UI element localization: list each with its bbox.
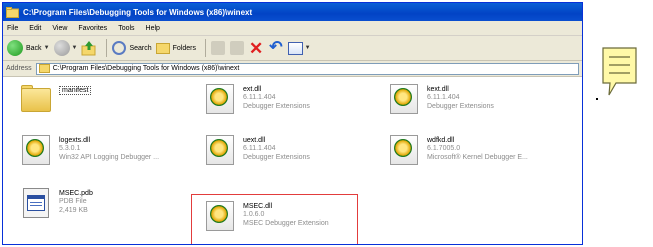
menu-view[interactable]: View [52, 25, 67, 32]
menu-help[interactable]: Help [146, 25, 160, 32]
menu-file[interactable]: File [7, 25, 18, 32]
file-description: Debugger Extensions [243, 154, 310, 161]
file-description: Win32 API Logging Debugger ... [59, 154, 160, 161]
toolbar-separator [205, 39, 206, 57]
dll-file-icon [387, 133, 421, 167]
address-input[interactable]: C:\Program Files\Debugging Tools for Win… [35, 62, 579, 75]
file-version: 6.11.1.404 [427, 94, 460, 101]
list-item-msec-pdb[interactable]: MSEC.pdb PDB File 2,419 KB [19, 186, 189, 230]
window-title: C:\Program Files\Debugging Tools for Win… [23, 7, 253, 17]
forward-button[interactable]: ▼ [53, 40, 78, 56]
explorer-window: C:\Program Files\Debugging Tools for Win… [2, 2, 583, 245]
address-label: Address [6, 65, 32, 72]
move-to-icon[interactable] [211, 41, 225, 55]
file-size: 2,419 KB [59, 207, 88, 214]
file-version: 6.11.1.404 [243, 94, 276, 101]
folders-icon [155, 42, 170, 54]
list-item-kext-dll[interactable]: kext.dll 6.11.1.404 Debugger Extensions [387, 82, 557, 126]
menu-bar: File Edit View Favorites Tools Help [3, 21, 582, 36]
file-name: ext.dll [243, 86, 262, 93]
folders-label: Folders [172, 44, 196, 52]
address-value: C:\Program Files\Debugging Tools for Win… [52, 65, 240, 72]
undo-icon[interactable]: ↶ [269, 40, 282, 56]
file-name: kext.dll [427, 86, 449, 93]
back-button[interactable]: Back ▼ [7, 40, 50, 56]
dll-file-icon [203, 133, 237, 167]
file-name: MSEC.pdb [59, 190, 93, 197]
back-label: Back [26, 44, 42, 52]
chevron-down-icon: ▼ [71, 45, 78, 51]
title-bar[interactable]: C:\Program Files\Debugging Tools for Win… [3, 3, 582, 21]
file-version: 6.11.1.404 [243, 145, 276, 152]
copy-to-icon[interactable] [230, 41, 244, 55]
up-folder-button[interactable] [81, 40, 97, 56]
file-name: manifest [59, 86, 92, 95]
file-description: Debugger Extensions [243, 103, 310, 110]
toolbar-separator [106, 39, 108, 57]
chevron-down-icon[interactable]: ▼ [305, 45, 311, 51]
list-item-manifest[interactable]: manifest [19, 82, 189, 126]
list-item-uext-dll[interactable]: uext.dll 6.11.1.404 Debugger Extensions [203, 133, 373, 177]
chevron-down-icon: ▼ [43, 45, 50, 51]
sticky-note-icon[interactable] [602, 47, 637, 97]
search-label: Search [129, 44, 152, 52]
file-name: wdfkd.dll [427, 137, 455, 144]
dll-file-icon [387, 82, 421, 116]
delete-icon[interactable]: ✕ [249, 40, 263, 57]
file-name: uext.dll [243, 137, 266, 144]
file-type: PDB File [59, 198, 87, 205]
folder-icon [38, 64, 50, 73]
folder-icon [19, 82, 53, 116]
file-name: logexts.dll [59, 137, 91, 144]
file-version: 6.1.7005.0 [427, 145, 461, 152]
menu-tools[interactable]: Tools [118, 25, 134, 32]
list-item-logexts-dll[interactable]: logexts.dll 5.3.0.1 Win32 API Logging De… [19, 133, 189, 177]
search-icon [112, 41, 127, 55]
address-bar: Address C:\Program Files\Debugging Tools… [3, 61, 582, 77]
list-item-ext-dll[interactable]: ext.dll 6.11.1.404 Debugger Extensions [203, 82, 373, 126]
highlight-box [191, 194, 358, 244]
toolbar: Back ▼ ▼ Search Folders ✕ ↶ ▼ [3, 36, 582, 61]
bullet-dot [596, 98, 598, 100]
back-arrow-icon [7, 40, 23, 56]
file-version: 5.3.0.1 [59, 145, 81, 152]
menu-favorites[interactable]: Favorites [78, 25, 107, 32]
menu-edit[interactable]: Edit [29, 25, 41, 32]
search-button[interactable]: Search [112, 41, 152, 55]
up-folder-icon [81, 41, 96, 56]
folder-icon [6, 6, 19, 18]
file-description: Microsoft® Kernel Debugger E... [427, 154, 528, 161]
file-list: manifest ext.dll 6.11.1.404 Debugger Ext… [3, 79, 582, 244]
views-icon[interactable] [287, 41, 303, 55]
file-description: Debugger Extensions [427, 103, 494, 110]
pdb-file-icon [19, 186, 53, 220]
forward-arrow-icon [53, 40, 70, 56]
list-item-wdfkd-dll[interactable]: wdfkd.dll 6.1.7005.0 Microsoft® Kernel D… [387, 133, 557, 177]
dll-file-icon [203, 82, 237, 116]
folders-button[interactable]: Folders [155, 42, 196, 54]
dll-file-icon [19, 133, 53, 167]
